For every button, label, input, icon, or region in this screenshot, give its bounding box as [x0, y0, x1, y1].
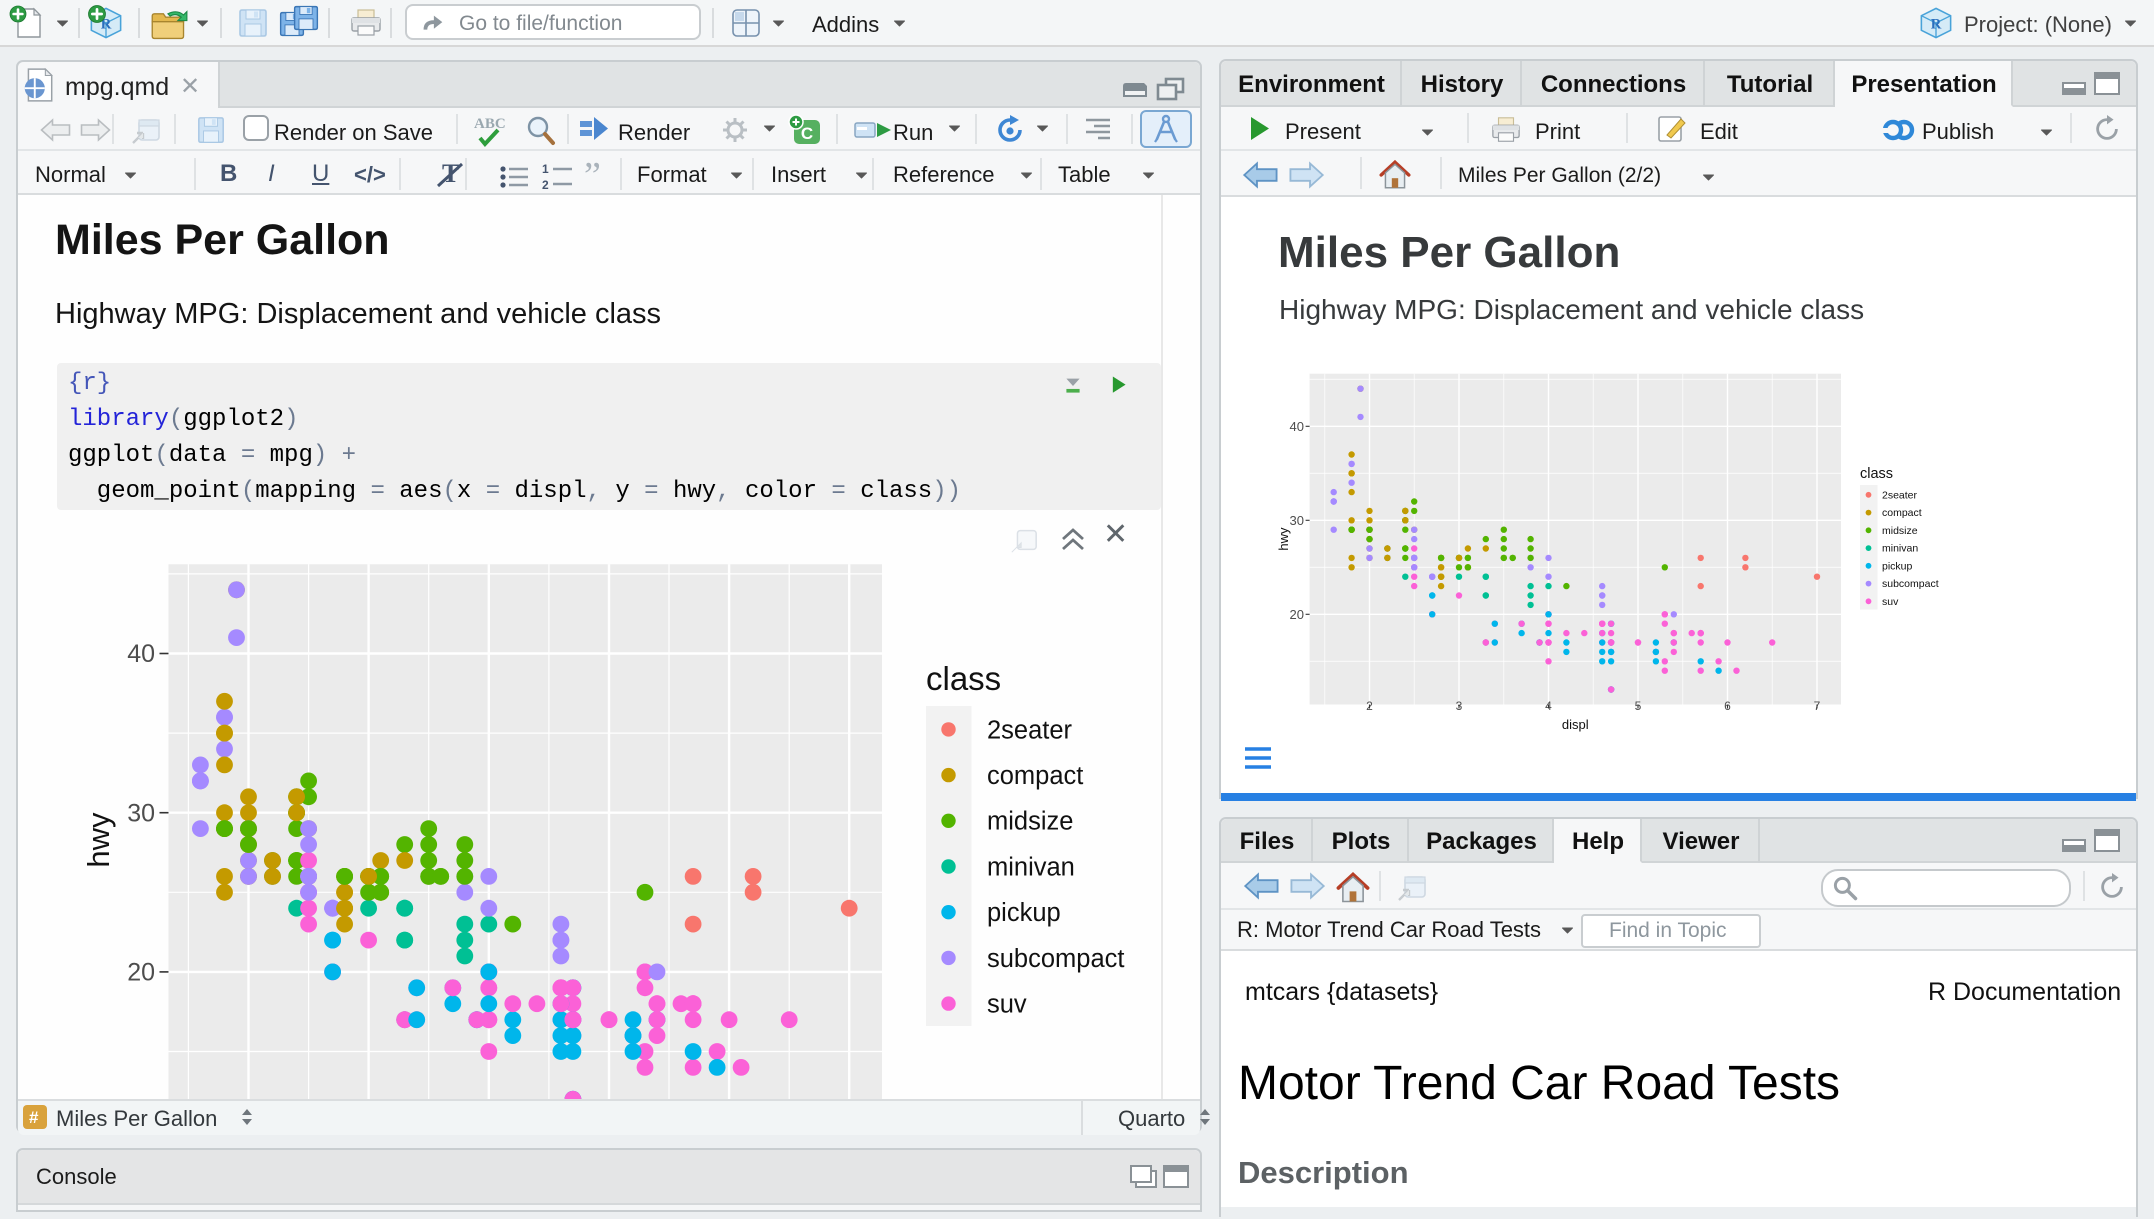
svg-text:20: 20 — [1290, 607, 1304, 622]
svg-text:1: 1 — [542, 162, 549, 176]
svg-text:2seater: 2seater — [1882, 490, 1918, 502]
svg-text:class: class — [926, 660, 1001, 697]
svg-text:displ: displ — [1562, 717, 1589, 732]
svg-text:compact: compact — [987, 762, 1083, 790]
svg-text:subcompact: subcompact — [1882, 578, 1939, 590]
svg-text:subcompact: subcompact — [987, 945, 1125, 973]
svg-text:minivan: minivan — [987, 853, 1075, 881]
svg-text:pickup: pickup — [987, 899, 1061, 927]
svg-text:midsize: midsize — [1882, 525, 1918, 537]
svg-text:2: 2 — [542, 178, 549, 192]
svg-text:suv: suv — [987, 991, 1027, 1019]
svg-text:40: 40 — [127, 640, 155, 668]
svg-text:C: C — [801, 124, 813, 143]
svg-text:compact: compact — [1882, 507, 1922, 519]
svg-text:30: 30 — [1290, 513, 1304, 528]
svg-text:minivan: minivan — [1882, 543, 1918, 555]
svg-text:suv: suv — [1882, 596, 1899, 608]
svg-text:hwy: hwy — [81, 812, 116, 868]
svg-text:pickup: pickup — [1882, 561, 1913, 573]
svg-text:2seater: 2seater — [987, 716, 1073, 744]
svg-text:class: class — [1860, 466, 1893, 482]
svg-text:R: R — [1931, 17, 1942, 33]
svg-text:30: 30 — [127, 799, 155, 827]
svg-text:20: 20 — [127, 959, 155, 987]
svg-text:hwy: hwy — [1276, 527, 1291, 551]
svg-text:40: 40 — [1290, 419, 1304, 434]
svg-text:midsize: midsize — [987, 808, 1073, 836]
svg-text:ABC: ABC — [474, 116, 506, 132]
